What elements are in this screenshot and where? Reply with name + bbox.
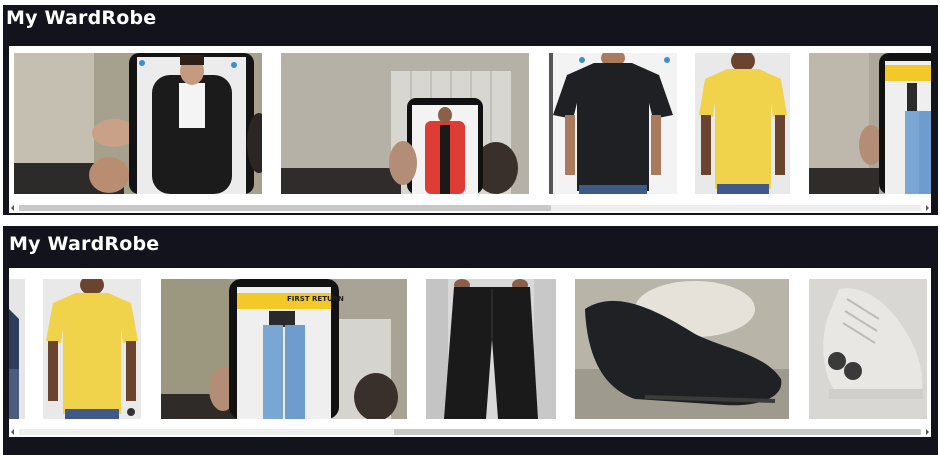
wardrobe-item[interactable]: [695, 53, 790, 194]
wardrobe-strip[interactable]: [9, 46, 931, 209]
panel-title: My WardRobe: [6, 7, 157, 29]
partial-photo-icon: [9, 279, 25, 419]
wardrobe-item[interactable]: [809, 279, 927, 419]
horizontal-scrollbar[interactable]: [9, 203, 931, 213]
wardrobe-item[interactable]: [14, 53, 262, 194]
scroll-right-arrow-icon[interactable]: [923, 204, 931, 212]
scroll-left-arrow-icon[interactable]: [9, 204, 17, 212]
scrollbar-thumb[interactable]: [19, 205, 551, 211]
yellow-tshirt-photo-icon: [695, 53, 790, 194]
scrollbar-thumb[interactable]: [394, 429, 921, 435]
white-roller-shoe-photo-icon: [809, 279, 927, 419]
black-pants-photo-icon: [426, 279, 556, 419]
wardrobe-item[interactable]: [809, 53, 931, 194]
black-tshirt-photo-icon: [549, 53, 677, 194]
wardrobe-panel-1: My WardRobe: [3, 5, 938, 215]
yellow-tshirt-photo-icon: [43, 279, 141, 419]
black-sneaker-photo-icon: [575, 279, 789, 419]
scroll-left-arrow-icon[interactable]: [9, 428, 17, 436]
horizontal-scrollbar[interactable]: [9, 427, 931, 437]
wardrobe-item[interactable]: FIRST RETURN: [161, 279, 407, 419]
banner-text: FIRST RETURN: [287, 295, 344, 303]
wardrobe-panel-2: My WardRobe FIRST RETURN: [3, 226, 938, 455]
wardrobe-item[interactable]: [9, 279, 25, 419]
phone-jeans-photo-icon: [809, 53, 931, 194]
scroll-right-arrow-icon[interactable]: [923, 428, 931, 436]
phone-red-jacket-photo-icon: [281, 53, 529, 194]
phone-jeans-photo-icon: [161, 279, 407, 419]
panel-title: My WardRobe: [9, 233, 160, 255]
wardrobe-item[interactable]: [549, 53, 677, 194]
wardrobe-item[interactable]: [43, 279, 141, 419]
wardrobe-item[interactable]: [575, 279, 789, 419]
wardrobe-item[interactable]: [426, 279, 556, 419]
wardrobe-item[interactable]: [281, 53, 529, 194]
phone-leather-jacket-photo-icon: [14, 53, 262, 194]
wardrobe-strip[interactable]: FIRST RETURN: [9, 268, 931, 431]
